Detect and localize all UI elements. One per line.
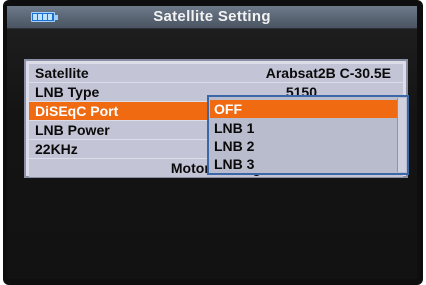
option-label: LNB 1 [214, 120, 255, 136]
option-label: LNB 2 [214, 138, 255, 154]
setting-label: Satellite [35, 65, 89, 81]
setting-label: 22KHz [35, 141, 78, 157]
setting-row-satellite[interactable]: Satellite Arabsat2B C-30.5E [29, 64, 403, 82]
dropdown-scrollbar[interactable] [397, 98, 406, 172]
setting-value: Arabsat2B C-30.5E [265, 65, 391, 81]
setting-label: DiSEqC Port [35, 103, 119, 119]
diseqc-port-dropdown[interactable]: OFF LNB 1 LNB 2 LNB 3 [207, 95, 409, 175]
dropdown-option-lnb2[interactable]: LNB 2 [210, 137, 398, 155]
page-title: Satellite Setting [153, 8, 271, 25]
option-label: OFF [214, 101, 242, 117]
setting-label: LNB Type [35, 84, 100, 100]
option-label: LNB 3 [214, 156, 255, 172]
dropdown-option-lnb1[interactable]: LNB 1 [210, 119, 398, 137]
title-bar: Satellite Setting [7, 6, 417, 29]
setting-label: LNB Power [35, 122, 110, 138]
dropdown-option-off[interactable]: OFF [210, 100, 398, 118]
tv-screen: Satellite Setting Satellite Arabsat2B C-… [7, 6, 417, 279]
dropdown-option-lnb3[interactable]: LNB 3 [210, 155, 398, 173]
